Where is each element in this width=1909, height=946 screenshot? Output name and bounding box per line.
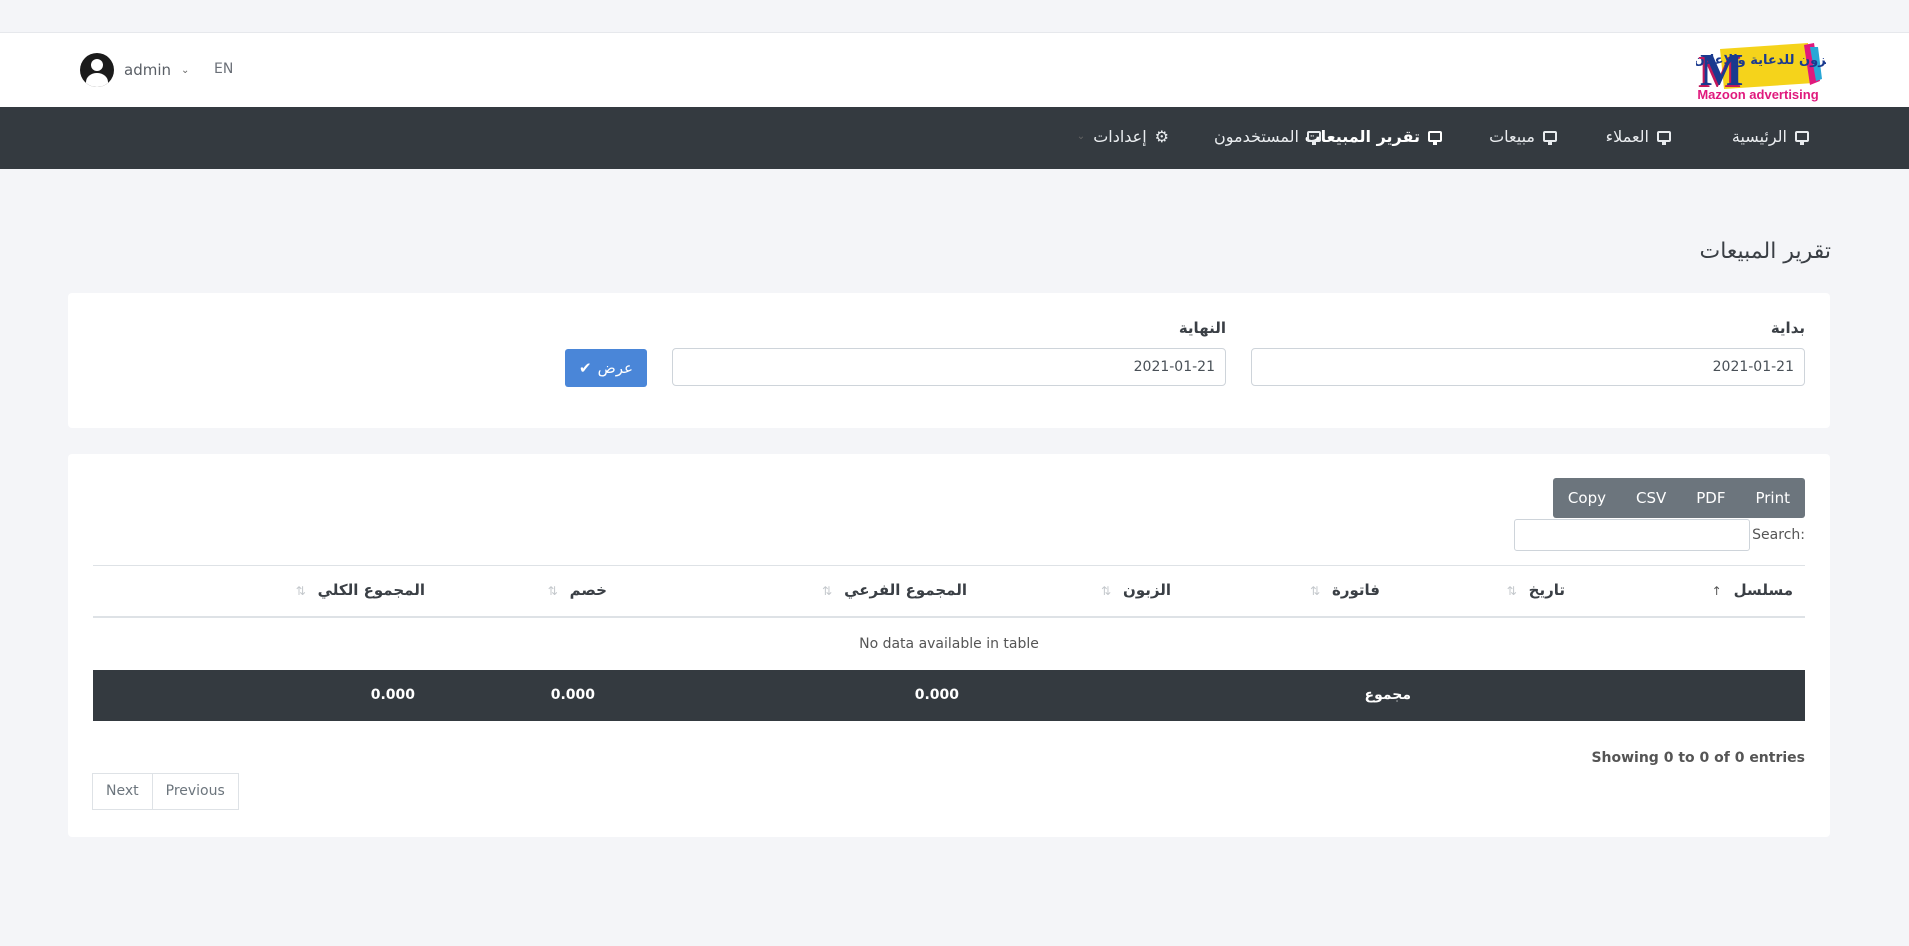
csv-button[interactable]: CSV — [1621, 478, 1681, 518]
check-icon: ✔ — [579, 359, 592, 377]
company-logo[interactable]: M M مزون للدعاية والإعلان Mazoon adverti… — [1694, 39, 1834, 103]
search-label: Search: — [1752, 527, 1805, 543]
nav-label: العملاء — [1605, 127, 1649, 146]
language-switch[interactable]: EN — [214, 61, 233, 77]
gears-icon: ⚙ — [1154, 127, 1169, 146]
pdf-button[interactable]: PDF — [1681, 478, 1740, 518]
chevron-down-icon: ⌄ — [1076, 131, 1086, 142]
sort-icon: ⇅ — [295, 584, 306, 598]
column-header-invoice[interactable]: فاتورة⇅ — [1310, 581, 1380, 599]
print-button[interactable]: Print — [1740, 478, 1805, 518]
monitor-icon — [1543, 131, 1557, 145]
end-date-label: النهاية — [1178, 319, 1226, 337]
avatar-icon — [80, 53, 114, 87]
user-name: admin — [124, 61, 171, 79]
monitor-icon — [1428, 131, 1442, 145]
monitor-icon — [1307, 131, 1321, 145]
sort-asc-icon: ↑ — [1711, 584, 1722, 598]
sort-icon: ⇅ — [547, 584, 558, 598]
end-date-input[interactable]: 2021-01-21 — [672, 348, 1226, 386]
nav-label: إعدادات — [1093, 127, 1147, 146]
column-header-total[interactable]: المجموع الكلي⇅ — [296, 581, 425, 599]
nav-users[interactable]: المستخدمون — [1214, 127, 1321, 146]
footer-total-label: مجموع — [1364, 687, 1411, 703]
nav-customers[interactable]: العملاء — [1606, 127, 1671, 146]
nav-sales[interactable]: مبيعات — [1489, 127, 1557, 146]
next-page-button[interactable]: Next — [92, 773, 153, 810]
nav-settings[interactable]: ⚙ إعدادات ⌄ — [1077, 127, 1169, 146]
footer-subtotal: 0.000 — [914, 687, 959, 703]
show-button-label: عرض — [597, 359, 633, 377]
sort-icon: ⇅ — [822, 584, 833, 598]
previous-page-button[interactable]: Previous — [151, 773, 239, 810]
nav-label: تقرير المبيعات — [1304, 127, 1420, 146]
start-date-input[interactable]: 2021-01-21 — [1251, 348, 1805, 386]
table-search: Search: — [1514, 519, 1805, 551]
footer-discount: 0.000 — [550, 687, 595, 703]
column-header-discount[interactable]: خصم⇅ — [548, 581, 607, 599]
sort-icon: ⇅ — [1100, 584, 1112, 598]
monitor-icon — [1657, 131, 1671, 145]
table-header: مسلسل↑ تاريخ⇅ فاتورة⇅ الزبون⇅ المجموع ال… — [93, 565, 1805, 618]
logo-english-text: Mazoon advertising — [1697, 87, 1818, 102]
sales-report-table: مسلسل↑ تاريخ⇅ فاتورة⇅ الزبون⇅ المجموع ال… — [93, 565, 1805, 721]
monitor-icon — [1795, 131, 1809, 145]
report-table-card: Copy CSV PDF Print Search: مسلسل↑ تاريخ⇅… — [68, 454, 1830, 837]
column-header-subtotal[interactable]: المجموع الفرعي⇅ — [822, 581, 967, 599]
sort-icon: ⇅ — [1506, 584, 1517, 598]
table-footer-totals: مجموع 0.000 0.000 0.000 — [93, 670, 1805, 721]
chevron-down-icon: ⌄ — [181, 64, 190, 76]
logo-arabic-text: مزون للدعاية والإعلان — [1696, 53, 1826, 68]
copy-button[interactable]: Copy — [1553, 478, 1621, 518]
search-input[interactable] — [1514, 519, 1751, 551]
column-header-serial[interactable]: مسلسل↑ — [1712, 581, 1793, 599]
nav-label: الرئيسية — [1731, 127, 1787, 146]
column-header-date[interactable]: تاريخ⇅ — [1507, 581, 1565, 599]
nav-label: المستخدمون — [1214, 127, 1299, 146]
table-info: Showing 0 to 0 of 0 entries — [1591, 750, 1805, 766]
nav-label: مبيعات — [1489, 127, 1535, 146]
show-report-button[interactable]: عرض ✔ — [565, 349, 647, 387]
footer-grand-total: 0.000 — [370, 687, 415, 703]
filter-card: بداية 2021-01-21 النهاية 2021-01-21 عرض … — [68, 293, 1830, 428]
top-bar: M M مزون للدعاية والإعلان Mazoon adverti… — [0, 32, 1909, 107]
nav-sales-report[interactable]: تقرير المبيعات — [1305, 127, 1442, 146]
start-date-label: بداية — [1770, 319, 1805, 337]
pagination: Next Previous — [92, 773, 239, 810]
page-title: تقرير المبيعات — [1699, 239, 1831, 264]
column-header-customer[interactable]: الزبون⇅ — [1101, 581, 1171, 599]
sort-icon: ⇅ — [1309, 584, 1321, 598]
user-menu[interactable]: admin ⌄ — [80, 53, 189, 87]
nav-home[interactable]: الرئيسية — [1732, 127, 1809, 146]
empty-table-message: No data available in table — [859, 636, 1039, 652]
main-navbar: الرئيسية العملاء مبيعات تقرير المبيعات ا… — [0, 107, 1909, 169]
export-button-group: Copy CSV PDF Print — [1552, 478, 1805, 518]
